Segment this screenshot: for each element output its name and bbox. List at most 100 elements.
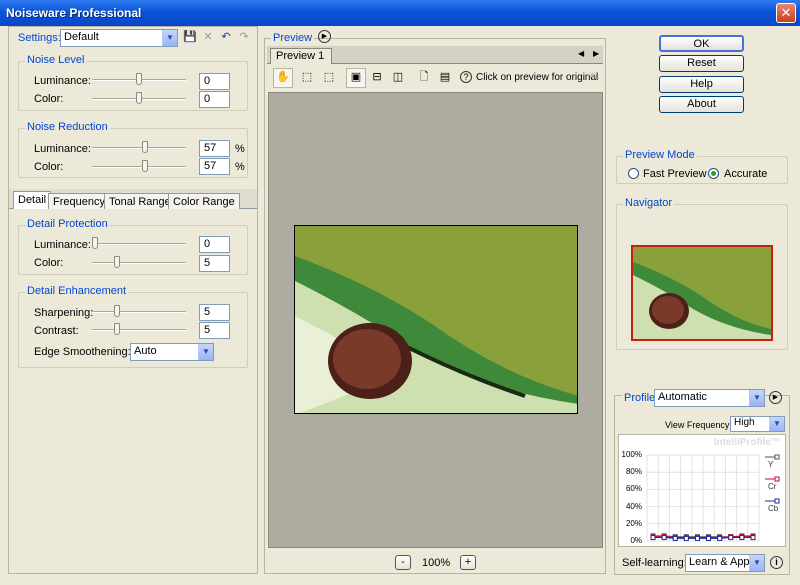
chevron-down-icon: ▼	[198, 344, 213, 360]
self-learning-value: Learn & Apply	[689, 556, 758, 568]
slider-thumb[interactable]	[114, 323, 120, 335]
slider-thumb[interactable]	[136, 73, 142, 85]
legend-label-y: Y	[768, 460, 774, 469]
zoom-level: 100%	[422, 557, 451, 569]
view-frequency-value: High	[734, 417, 755, 428]
chevron-down-icon: ▼	[749, 555, 764, 571]
zoom-in-button[interactable]: +	[460, 555, 476, 570]
slider-track	[92, 243, 186, 245]
navigator-title: Navigator	[623, 197, 675, 209]
fast-preview-radio[interactable]	[628, 168, 639, 179]
noise-reduction-color-unit: %	[235, 161, 245, 173]
info-icon[interactable]: i	[770, 556, 783, 569]
redo-icon[interactable]: ↷	[235, 29, 253, 47]
noise-reduction-color-label: Color:	[34, 161, 64, 173]
save-icon[interactable]: 💾	[181, 29, 199, 47]
close-button[interactable]: ✕	[776, 3, 796, 23]
settings-dropdown[interactable]: Default ▼	[60, 29, 178, 47]
zoom-out-button[interactable]: -	[395, 555, 411, 570]
noise-reduction-color-slider[interactable]	[92, 160, 186, 174]
help-icon[interactable]: ?	[460, 71, 472, 83]
noise-reduction-title: Noise Reduction	[25, 121, 110, 133]
tab-scroll-left-icon[interactable]: ◀	[578, 49, 584, 58]
add-marquee-tool-icon[interactable]: ⬚	[320, 69, 338, 87]
reset-button[interactable]: Reset	[659, 55, 744, 72]
ok-button[interactable]: OK	[659, 35, 744, 52]
undo-icon[interactable]: ↶	[217, 29, 235, 47]
sharpening-slider[interactable]	[92, 305, 186, 319]
chevron-down-icon: ▼	[769, 417, 784, 431]
accurate-label: Accurate	[724, 168, 768, 180]
preview-menu-icon[interactable]: ▶	[318, 30, 331, 43]
new-preview-icon[interactable]: 🗋	[415, 69, 433, 87]
slider-thumb[interactable]	[114, 256, 120, 268]
noise-level-color-slider[interactable]	[92, 92, 186, 106]
detail-protection-color-label: Color:	[34, 257, 64, 269]
contrast-input[interactable]: 5	[199, 322, 230, 339]
busy-spinner-icon: ✳	[588, 70, 598, 82]
tab-scroll-right-icon[interactable]: ▶	[593, 49, 599, 58]
tab-frequency[interactable]: Frequency	[48, 193, 110, 209]
tab-color-range[interactable]: Color Range	[168, 193, 240, 209]
tab-detail[interactable]: Detail	[13, 191, 52, 209]
preview-tab[interactable]: Preview 1	[270, 48, 332, 64]
noise-level-luminance-slider[interactable]	[92, 73, 186, 87]
data-point-cb	[728, 535, 734, 541]
help-button[interactable]: Help	[659, 76, 744, 93]
self-learning-dropdown[interactable]: Learn & Apply ▼	[685, 554, 765, 572]
slider-thumb[interactable]	[92, 237, 98, 249]
noise-reduction-color-input[interactable]: 57	[199, 158, 230, 175]
edge-smoothening-value: Auto	[134, 345, 157, 357]
noise-reduction-luminance-slider[interactable]	[92, 141, 186, 155]
data-point-cb	[739, 535, 745, 541]
slider-thumb[interactable]	[142, 160, 149, 172]
detail-protection-color-slider[interactable]	[92, 256, 186, 270]
profile-dropdown[interactable]: Automatic ▼	[654, 389, 765, 407]
delete-icon[interactable]: ✕	[199, 29, 217, 47]
legend-marker-cb	[774, 498, 780, 504]
detail-protection-luminance-slider[interactable]	[92, 237, 186, 251]
slider-thumb[interactable]	[142, 141, 149, 153]
edge-smoothening-dropdown[interactable]: Auto ▼	[130, 343, 214, 361]
detail-protection-luminance-label: Luminance:	[34, 239, 91, 251]
contrast-label: Contrast:	[34, 325, 79, 337]
tab-tonal-range[interactable]: Tonal Range	[104, 193, 176, 209]
detail-protection-title: Detail Protection	[25, 218, 110, 230]
noise-level-luminance-input[interactable]: 0	[199, 73, 230, 90]
data-point-cb	[717, 535, 723, 541]
frequency-chart: IntelliProfile™ 100% 80% 60% 40% 20% 0% Y Cr Cb	[618, 434, 786, 547]
noise-level-luminance-label: Luminance:	[34, 75, 91, 87]
detail-protection-luminance-input[interactable]: 0	[199, 236, 230, 253]
slider-thumb[interactable]	[136, 92, 142, 104]
data-point-cb	[650, 535, 656, 541]
contrast-slider[interactable]	[92, 323, 186, 337]
marquee-tool-icon[interactable]: ⬚	[298, 69, 316, 87]
slider-thumb[interactable]	[114, 305, 120, 317]
chevron-down-icon: ▼	[749, 390, 764, 406]
view-frequency-dropdown[interactable]: High ▼	[730, 416, 785, 432]
single-view-icon[interactable]: ▣	[346, 68, 366, 88]
chevron-down-icon: ▼	[162, 30, 177, 46]
preview-hint: Click on preview for original	[476, 72, 599, 83]
preview-image[interactable]	[294, 225, 578, 414]
legend-marker-y	[774, 454, 780, 460]
window-title: Noiseware Professional	[6, 6, 142, 20]
noise-reduction-luminance-input[interactable]: 57	[199, 140, 230, 157]
split-vertical-icon[interactable]: ◫	[389, 69, 407, 87]
noise-level-color-input[interactable]: 0	[199, 91, 230, 108]
detail-enhancement-title: Detail Enhancement	[25, 285, 129, 297]
preview-mode-title: Preview Mode	[623, 149, 697, 161]
navigator-thumbnail[interactable]	[631, 245, 773, 341]
profile-menu-icon[interactable]: ▶	[769, 391, 782, 404]
view-frequency-label: View Frequency:	[665, 420, 732, 430]
slider-track	[92, 166, 186, 168]
about-button[interactable]: About	[659, 96, 744, 113]
snapshot-icon[interactable]: ▤	[436, 69, 454, 87]
split-horizontal-icon[interactable]: ⊟	[368, 69, 386, 87]
detail-protection-color-input[interactable]: 5	[199, 255, 230, 272]
profile-value: Automatic	[658, 391, 707, 403]
hand-tool-icon[interactable]: ✋	[273, 68, 293, 88]
accurate-radio[interactable]	[708, 168, 719, 179]
sharpening-input[interactable]: 5	[199, 304, 230, 321]
data-point-cb	[750, 535, 756, 541]
